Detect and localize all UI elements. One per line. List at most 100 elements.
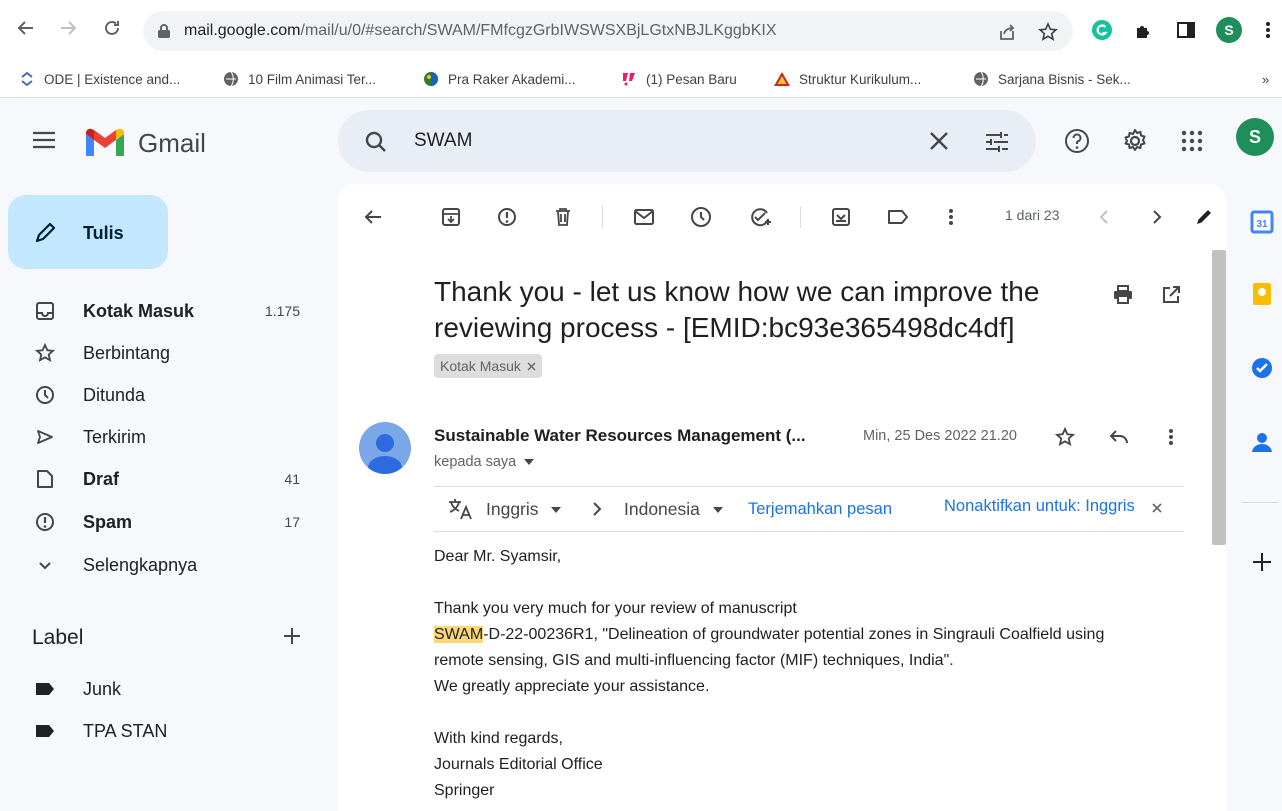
get-addons-plus-icon[interactable]	[1250, 550, 1274, 574]
side-panel-icon[interactable]	[1174, 18, 1198, 42]
star-message-icon[interactable]	[1052, 424, 1078, 450]
translate-message-link[interactable]: Terjemahkan pesan	[748, 500, 892, 519]
mark-unread-icon[interactable]	[631, 204, 657, 230]
address-bar[interactable]: mail.google.com/mail/u/0/#search/SWAM/FM…	[143, 11, 1073, 51]
sidebar-item-starred[interactable]: Berbintang	[0, 332, 338, 374]
input-tools-pencil-icon[interactable]	[1194, 204, 1214, 230]
source-language-select[interactable]: Inggris	[486, 499, 562, 520]
bookmark-item[interactable]: (1) Pesan Baru	[620, 67, 737, 91]
sidebar-item-spam[interactable]: Spam 17	[0, 501, 338, 543]
sidebar-item-snoozed[interactable]: Ditunda	[0, 374, 338, 416]
reply-icon[interactable]	[1106, 424, 1132, 450]
sidebar-item-drafts[interactable]: Draf 41	[0, 458, 338, 500]
keep-icon[interactable]	[1250, 282, 1274, 306]
contacts-icon[interactable]	[1250, 430, 1274, 454]
labels-heading: Label	[32, 626, 84, 649]
sidebar-item-label: TPA STAN	[83, 721, 168, 741]
calendar-icon[interactable]: 31	[1250, 210, 1274, 234]
bookmark-item[interactable]: 10 Film Animasi Ter...	[222, 67, 376, 91]
chevron-right-icon	[592, 501, 602, 517]
bookmark-star-icon[interactable]	[1037, 21, 1059, 43]
recipient-dropdown[interactable]: kepada saya	[434, 454, 535, 470]
target-language-select[interactable]: Indonesia	[624, 499, 723, 520]
settings-gear-icon[interactable]	[1121, 127, 1149, 155]
newer-chevron-left-icon[interactable]	[1092, 204, 1118, 230]
email-view: 1 dari 23 Thank you - let us know how we…	[338, 184, 1226, 811]
draft-icon	[34, 468, 56, 490]
apps-grid-icon[interactable]	[1178, 127, 1206, 155]
sidebar-item-label: Berbintang	[83, 343, 171, 363]
sidebar-item-sent[interactable]: Terkirim	[0, 416, 338, 458]
search-icon[interactable]	[364, 130, 388, 154]
clear-search-icon[interactable]	[928, 130, 950, 152]
lock-icon[interactable]	[157, 23, 171, 39]
delete-icon[interactable]	[550, 204, 576, 230]
browser-profile-avatar[interactable]: S	[1216, 17, 1242, 43]
sidebar-item-label: Junk	[83, 679, 122, 699]
add-task-icon[interactable]	[748, 204, 774, 230]
caret-down-icon	[551, 507, 562, 514]
gmail-logo-text[interactable]: Gmail	[138, 128, 206, 159]
colorful-globe-icon	[422, 70, 440, 88]
bookmark-item[interactable]: Sarjana Bisnis - Sek...	[972, 67, 1131, 91]
report-spam-icon[interactable]	[494, 204, 520, 230]
scrollbar-thumb[interactable]	[1212, 250, 1226, 545]
message-more-icon[interactable]	[1158, 424, 1184, 450]
unread-count: 17	[284, 514, 300, 530]
open-new-window-icon[interactable]	[1158, 282, 1184, 308]
inbox-label-chip[interactable]: Kotak Masuk	[434, 354, 542, 378]
signature-line: Journals Editorial Office	[434, 756, 603, 773]
compose-button[interactable]: Tulis	[8, 195, 168, 269]
sidebar-item-inbox[interactable]: Kotak Masuk 1.175	[0, 290, 338, 332]
disable-translation-link[interactable]: Nonaktifkan untuk: Inggris	[944, 497, 1135, 516]
tasks-icon[interactable]	[1250, 356, 1274, 380]
account-avatar[interactable]: S	[1236, 118, 1274, 156]
bookmark-label: (1) Pesan Baru	[646, 71, 737, 87]
label-icon[interactable]	[885, 204, 911, 230]
pencil-icon	[34, 220, 58, 244]
search-options-icon[interactable]	[984, 130, 1010, 154]
bookmark-item[interactable]: Pra Raker Akademi...	[422, 67, 576, 91]
caret-down-icon	[712, 507, 723, 514]
toolbar-divider	[800, 206, 801, 228]
url-text[interactable]: mail.google.com/mail/u/0/#search/SWAM/FM…	[184, 22, 776, 40]
search-input[interactable]: SWAM	[414, 130, 472, 152]
more-bookmarks-button[interactable]: »	[1262, 72, 1269, 87]
help-icon[interactable]	[1063, 127, 1091, 155]
more-options-icon[interactable]	[938, 204, 964, 230]
gmail-logo-icon[interactable]	[83, 126, 127, 158]
bookmark-item[interactable]: Struktur Kurikulum...	[773, 67, 921, 91]
extensions-icon[interactable]	[1132, 18, 1156, 42]
back-icon[interactable]	[14, 16, 38, 40]
compose-label: Tulis	[83, 223, 124, 243]
sender-avatar[interactable]	[359, 422, 411, 474]
bookmark-item[interactable]: ODE | Existence and...	[18, 67, 180, 91]
remove-label-icon[interactable]	[527, 362, 536, 371]
move-to-icon[interactable]	[828, 204, 854, 230]
sidebar-label-tpa-stan[interactable]: TPA STAN	[0, 710, 338, 752]
pagination-text: 1 dari 23	[1005, 207, 1060, 223]
browser-menu-icon[interactable]	[1262, 18, 1274, 42]
snooze-icon[interactable]	[688, 204, 714, 230]
body-line-rest: -D-22-00236R1, "Delineation of groundwat…	[483, 626, 1105, 643]
main-menu-icon[interactable]	[32, 130, 56, 150]
sidebar-item-more[interactable]: Selengkapnya	[0, 544, 338, 586]
forward-icon[interactable]	[56, 16, 80, 40]
recipient-text: kepada saya	[434, 454, 517, 470]
sidebar-item-label: Ditunda	[83, 385, 146, 405]
archive-icon[interactable]	[438, 204, 464, 230]
grammarly-icon[interactable]	[1090, 18, 1114, 42]
search-bar[interactable]: SWAM	[338, 110, 1036, 172]
add-label-button[interactable]	[282, 626, 302, 646]
bookmarks-bar: ODE | Existence and... 10 Film Animasi T…	[0, 60, 1282, 98]
sidebar-item-label: Kotak Masuk	[83, 301, 195, 321]
close-translate-icon[interactable]	[1152, 503, 1162, 513]
share-icon[interactable]	[996, 21, 1018, 43]
print-icon[interactable]	[1110, 282, 1136, 308]
reload-icon[interactable]	[100, 16, 124, 40]
older-chevron-right-icon[interactable]	[1143, 204, 1169, 230]
globe-icon	[972, 70, 990, 88]
sender-name[interactable]: Sustainable Water Resources Management (…	[434, 426, 806, 446]
sidebar-label-junk[interactable]: Junk	[0, 668, 338, 710]
back-to-list-icon[interactable]	[360, 204, 386, 230]
